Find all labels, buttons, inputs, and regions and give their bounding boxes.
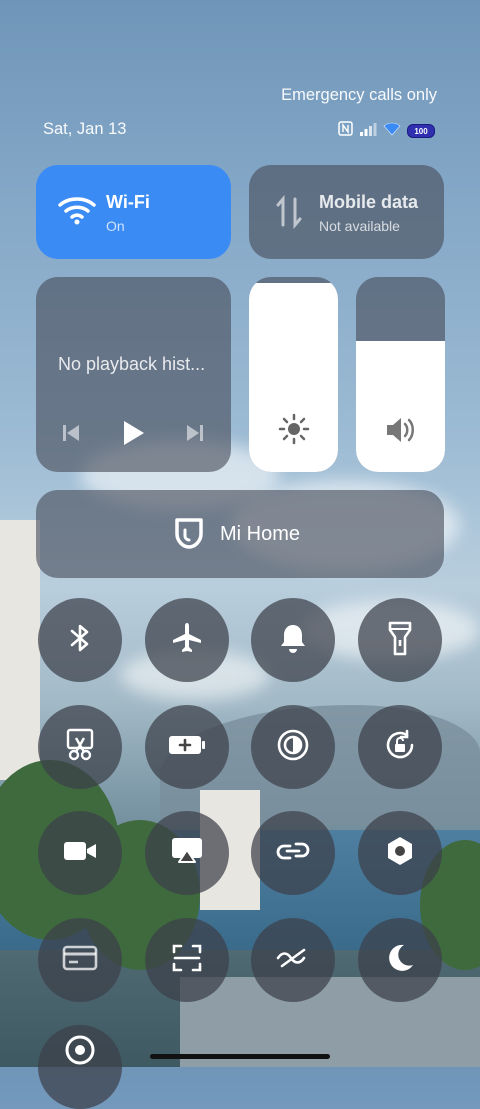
reading-mode-toggle[interactable] [251, 705, 335, 789]
battery-saver-toggle[interactable] [145, 705, 229, 789]
signal-icon [359, 122, 377, 141]
date-text: Sat, Jan 13 [43, 120, 127, 138]
bell-icon [278, 622, 308, 659]
mi-home-button[interactable]: Mi Home [36, 490, 444, 578]
dark-mode-icon [384, 942, 416, 979]
settings-toggle[interactable] [358, 811, 442, 895]
video-camera-icon [62, 839, 98, 868]
mobile-data-subtitle: Not available [319, 218, 400, 234]
screenshot-toggle[interactable] [38, 705, 122, 789]
mobile-data-tile[interactable]: Mobile data Not available [249, 165, 444, 259]
ringer-toggle[interactable] [251, 598, 335, 682]
brightness-icon [278, 413, 310, 450]
mobile-data-title: Mobile data [319, 192, 419, 212]
auto-rotate-toggle[interactable] [358, 705, 442, 789]
lens-icon [63, 1033, 97, 1072]
card-icon [62, 944, 98, 977]
mobile-data-icon [275, 194, 303, 234]
volume-fill [356, 341, 445, 472]
settings-icon [385, 835, 415, 872]
cast-icon [170, 836, 204, 871]
airplane-mode-toggle[interactable] [145, 598, 229, 682]
lens-toggle[interactable] [38, 1025, 122, 1109]
cast-toggle[interactable] [145, 811, 229, 895]
sync-icon [275, 946, 311, 975]
battery-indicator: 100 [407, 124, 435, 138]
mi-home-label: Mi Home [220, 523, 301, 545]
next-track-icon[interactable] [186, 423, 204, 448]
card-toggle[interactable] [38, 918, 122, 1002]
home-indicator[interactable] [150, 1054, 330, 1059]
bluetooth-icon [67, 622, 93, 659]
reading-mode-icon [276, 728, 310, 767]
carrier-text: Emergency calls only [281, 86, 437, 104]
auto-rotate-icon [383, 728, 417, 767]
volume-icon [384, 415, 418, 450]
dark-mode-toggle[interactable] [358, 918, 442, 1002]
wifi-subtitle: On [106, 218, 125, 234]
flashlight-icon [388, 620, 412, 661]
battery-saver-icon [167, 733, 207, 762]
scan-icon [171, 942, 203, 979]
previous-track-icon[interactable] [62, 423, 80, 448]
airplane-icon [170, 621, 204, 660]
media-status-text: No playback hist... [58, 354, 206, 374]
wifi-tile[interactable]: Wi-Fi On [36, 165, 231, 259]
sync-toggle[interactable] [251, 918, 335, 1002]
nfc-icon [338, 121, 353, 141]
screenshot-icon [65, 728, 95, 767]
mi-home-icon [174, 517, 204, 556]
brightness-slider[interactable] [249, 277, 338, 472]
screen-recorder-toggle[interactable] [38, 811, 122, 895]
bluetooth-toggle[interactable] [38, 598, 122, 682]
wifi-icon [58, 195, 96, 230]
wifi-status-icon [383, 122, 401, 141]
volume-slider[interactable] [356, 277, 445, 472]
link-icon [274, 838, 312, 869]
link-toggle[interactable] [251, 811, 335, 895]
play-icon[interactable] [123, 420, 145, 451]
wifi-title: Wi-Fi [106, 192, 150, 212]
status-icons: 100 [338, 121, 435, 141]
flashlight-toggle[interactable] [358, 598, 442, 682]
media-player-tile: No playback hist... [36, 277, 231, 472]
scanner-toggle[interactable] [145, 918, 229, 1002]
